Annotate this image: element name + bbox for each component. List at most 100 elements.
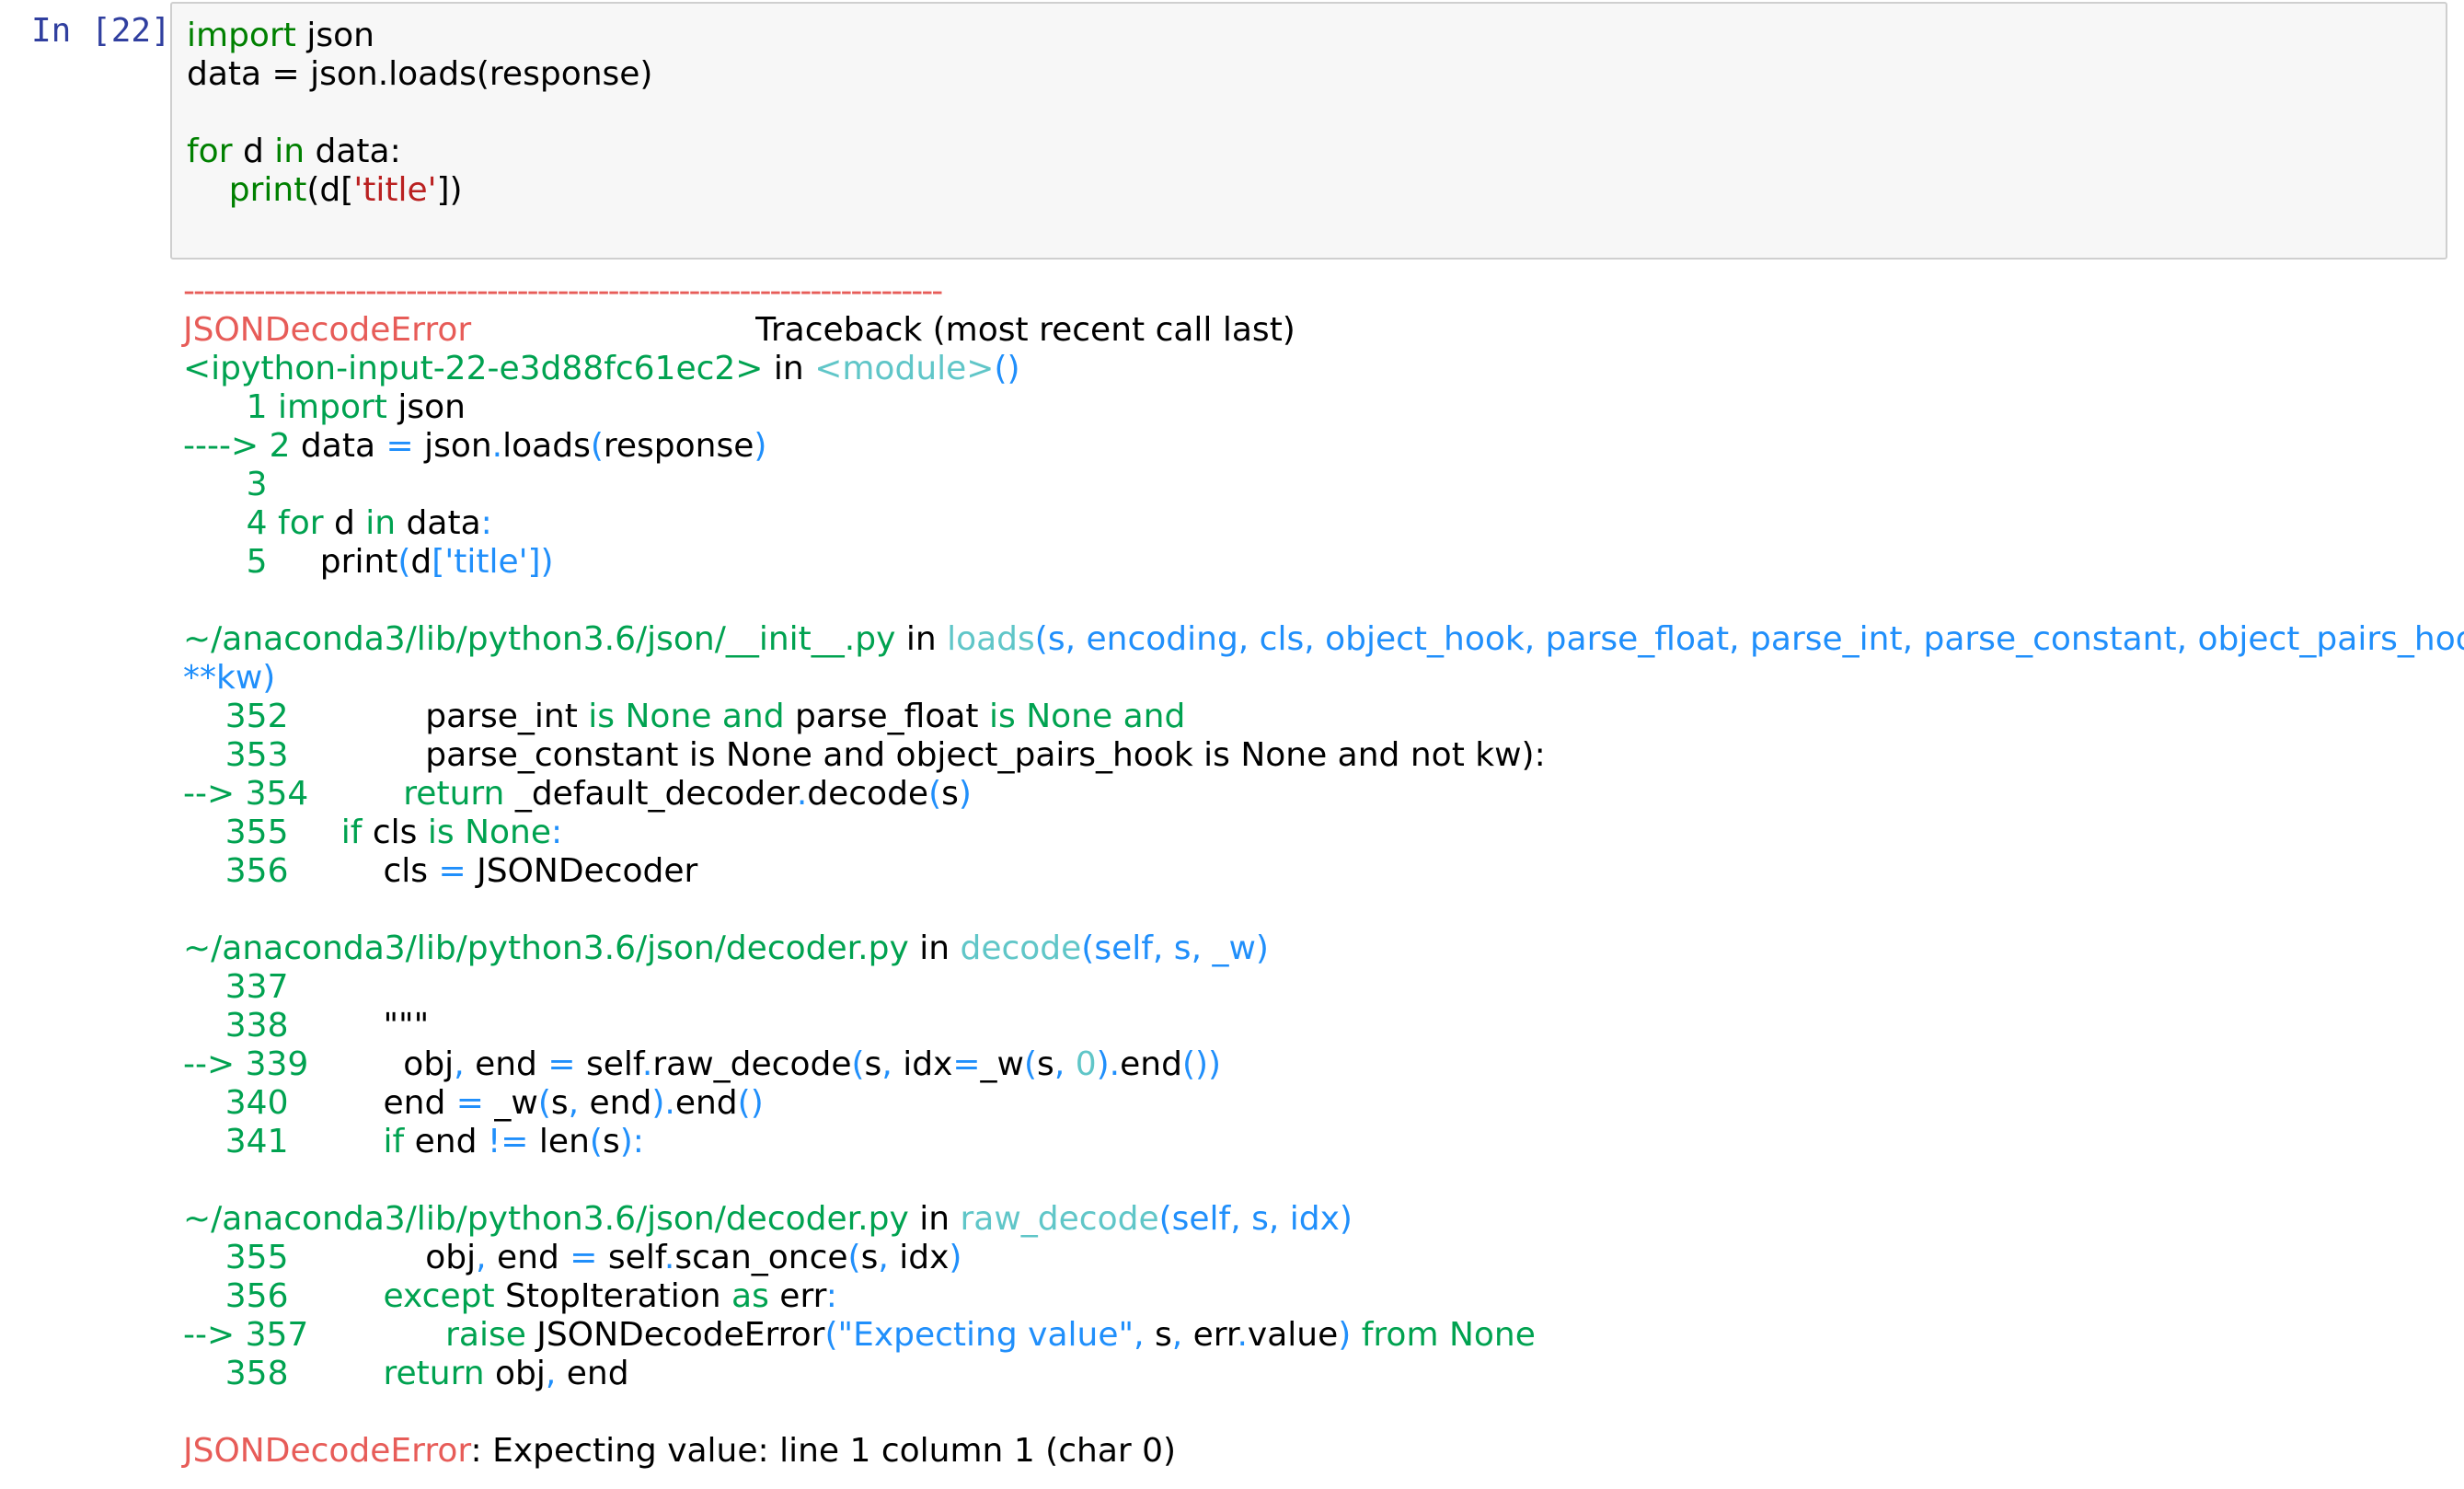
code-token: d xyxy=(323,504,366,542)
code-token: 355 xyxy=(183,814,299,851)
code-token: idx xyxy=(888,1239,950,1276)
code-token: in xyxy=(908,929,961,967)
code-token: . xyxy=(664,1084,675,1122)
code-token: 3 xyxy=(183,466,279,503)
code-token: 353 xyxy=(183,736,299,774)
code-line: import json xyxy=(187,17,652,55)
code-token: end xyxy=(556,1355,629,1392)
code-token: obj xyxy=(318,1045,455,1083)
code-token: 356 xyxy=(183,1277,299,1315)
traceback-line: ----> 2 data = json.loads(response) xyxy=(183,427,2464,466)
code-token: ()) xyxy=(1181,1045,1222,1083)
code-token: in xyxy=(895,620,948,658)
code-token: 337 xyxy=(183,968,299,1006)
code-token: is xyxy=(988,698,1016,735)
code-token: ( xyxy=(928,775,942,813)
code-token: ( xyxy=(851,1045,865,1083)
code-token: len xyxy=(528,1123,590,1160)
code-token: d xyxy=(410,543,432,581)
code-token: ----> 2 xyxy=(183,427,301,465)
code-token: s xyxy=(860,1239,879,1276)
code-token: in xyxy=(908,1200,961,1238)
code-token: , xyxy=(1171,1316,1183,1354)
code-token: data xyxy=(396,504,481,542)
code-token: . xyxy=(796,775,808,813)
code-token: , xyxy=(1054,1045,1065,1083)
code-token: in xyxy=(365,504,397,542)
code-line: data = json.loads(response) xyxy=(187,55,652,94)
code-token: StopIteration xyxy=(494,1277,732,1315)
code-token: [ xyxy=(432,543,445,581)
code-token: JSONDecodeError xyxy=(183,311,472,349)
code-token: 352 xyxy=(183,698,299,735)
code-token: ~/anaconda3/lib/python3.6/json/decoder.p… xyxy=(183,929,909,967)
code-token: obj xyxy=(484,1355,546,1392)
code-token: = xyxy=(455,1084,484,1122)
code-token: . xyxy=(491,427,503,465)
traceback-line: 358 return obj, end xyxy=(183,1355,2464,1393)
code-token: end xyxy=(674,1084,738,1122)
code-token: , xyxy=(878,1239,889,1276)
code-line: for d in data: xyxy=(187,133,652,171)
traceback-line xyxy=(183,1161,2464,1200)
code-token: ) xyxy=(1338,1316,1352,1354)
code-token: . xyxy=(641,1045,653,1083)
code-token: ) xyxy=(754,427,767,465)
code-token: end xyxy=(298,1084,456,1122)
code-token: 'title' xyxy=(444,543,528,581)
code-token: 338 xyxy=(183,1007,299,1045)
code-token: (self, s, idx) xyxy=(1158,1200,1353,1238)
code-editor[interactable]: import json data = json.loads(response) fo… xyxy=(187,17,652,210)
traceback-line: JSONDecodeError Traceback (most recent c… xyxy=(183,311,2464,350)
traceback-line: 352 parse_int is None and parse_float is… xyxy=(183,698,2464,736)
code-token: ----------------------------------------… xyxy=(183,272,943,310)
code-token: d xyxy=(232,133,275,170)
code-token: return xyxy=(403,775,505,813)
code-token: : xyxy=(825,1277,837,1315)
code-token: self xyxy=(575,1045,642,1083)
code-token: """ xyxy=(298,1007,430,1045)
code-token: cls xyxy=(362,814,428,851)
code-token: and xyxy=(1123,698,1186,735)
code-token: if xyxy=(340,814,363,851)
code-input-area[interactable]: import json data = json.loads(response) fo… xyxy=(170,2,2447,260)
code-token: ( xyxy=(589,1123,603,1160)
code-token: , xyxy=(545,1355,557,1392)
code-token: _default_decoder xyxy=(504,775,797,813)
code-token: 'title' xyxy=(353,171,437,209)
code-token: , xyxy=(454,1045,465,1083)
code-token: None xyxy=(1026,698,1113,735)
code-token: Traceback (most recent call last) xyxy=(471,311,1295,349)
code-token: for xyxy=(187,133,233,170)
code-token: s xyxy=(550,1084,569,1122)
code-token: ( xyxy=(590,427,604,465)
code-token: ) xyxy=(651,1084,665,1122)
code-token: json xyxy=(413,427,492,465)
traceback-line: 4 for d in data: xyxy=(183,504,2464,543)
traceback-line xyxy=(183,582,2464,620)
code-token: **kw) xyxy=(183,659,276,697)
code-token: = xyxy=(438,852,466,890)
code-token: decode xyxy=(960,929,1082,967)
code-token: parse_constant is None and object_pairs_… xyxy=(298,736,1546,774)
traceback-line: **kw) xyxy=(183,659,2464,698)
traceback-line xyxy=(183,1393,2464,1432)
code-token: () xyxy=(737,1084,764,1122)
code-token: print xyxy=(228,171,307,209)
code-token: 358 xyxy=(183,1355,299,1392)
traceback-output: ----------------------------------------… xyxy=(183,272,2464,1471)
code-token: data xyxy=(300,427,386,465)
code-token: s xyxy=(1144,1316,1172,1354)
code-token: json xyxy=(386,388,466,426)
traceback-line: 355 obj, end = self.scan_once(s, idx) xyxy=(183,1239,2464,1277)
code-token: (d[ xyxy=(306,171,354,209)
